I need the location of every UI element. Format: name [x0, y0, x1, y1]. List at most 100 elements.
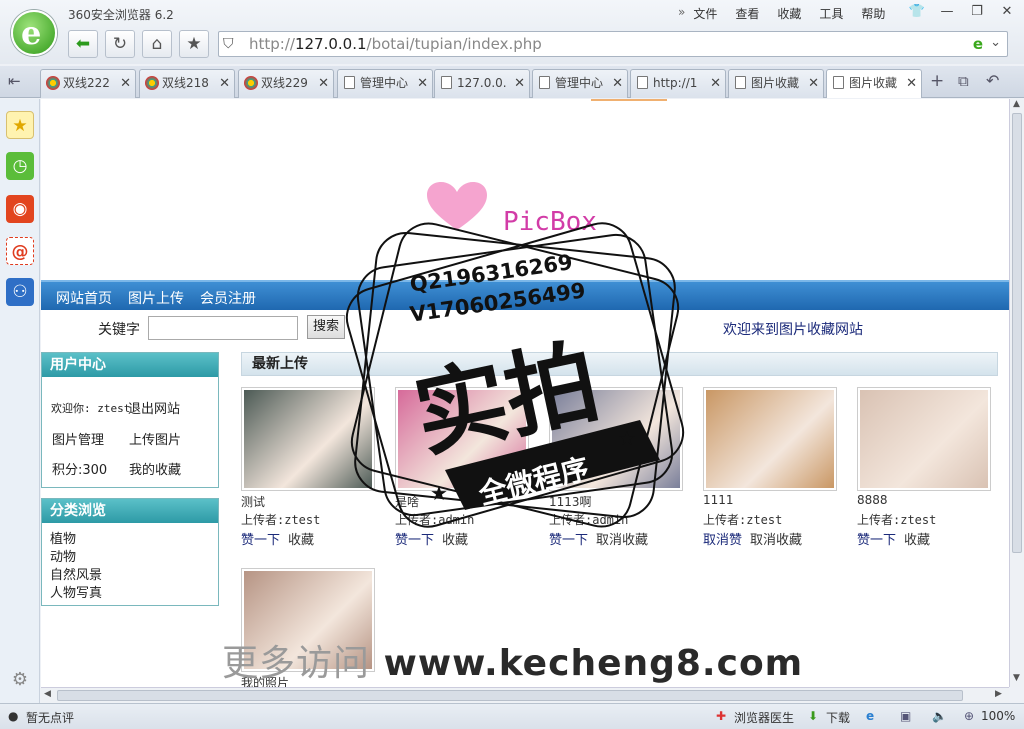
hscroll-thumb[interactable]: [57, 690, 963, 701]
undo-close-icon[interactable]: ↶: [986, 71, 999, 90]
tab-9-active[interactable]: 图片收藏 ✕: [826, 69, 922, 98]
close-tab-icon[interactable]: ✕: [120, 70, 131, 97]
like-link[interactable]: 赞一下: [395, 533, 434, 548]
close-tab-icon[interactable]: ✕: [219, 70, 230, 97]
nav-upload-link[interactable]: 图片上传: [128, 288, 184, 308]
browser-doctor-link[interactable]: 浏览器医生: [734, 709, 794, 726]
mail-icon[interactable]: @: [6, 237, 34, 265]
picture-thumbnail[interactable]: [857, 387, 991, 491]
picture-thumbnail[interactable]: [395, 387, 529, 491]
tab-4[interactable]: 管理中心 ✕: [337, 69, 433, 98]
close-tab-icon[interactable]: ✕: [514, 70, 525, 97]
refresh-button[interactable]: ↻: [105, 30, 135, 58]
url-text[interactable]: http://127.0.0.1/botai/tupian/index.php: [249, 35, 542, 53]
menu-file[interactable]: 文件: [693, 5, 717, 22]
search-label: 关键字: [98, 322, 140, 338]
picture-thumbnail[interactable]: [703, 387, 837, 491]
menu-help[interactable]: 帮助: [861, 5, 885, 22]
tab-6[interactable]: 管理中心 ✕: [532, 69, 628, 98]
chevron-right-icon[interactable]: »: [678, 5, 685, 22]
logout-link[interactable]: 退出网站: [128, 398, 180, 417]
tab-5[interactable]: 127.0.0. ✕: [434, 69, 530, 98]
favorite-link[interactable]: 收藏: [442, 533, 468, 548]
close-tab-icon[interactable]: ✕: [612, 70, 623, 97]
chevron-down-icon[interactable]: ⌄: [990, 35, 1001, 50]
category-scenery[interactable]: 自然风景: [50, 564, 102, 583]
home-button[interactable]: ⌂: [142, 30, 172, 58]
back-button[interactable]: ⬅: [68, 30, 98, 58]
favorite-link[interactable]: 收藏: [904, 533, 930, 548]
settings-gear-icon[interactable]: ⚙: [6, 666, 34, 694]
menu-favorites[interactable]: 收藏: [777, 5, 801, 22]
tab-list-icon[interactable]: ⧉: [958, 72, 969, 90]
nav-home-link[interactable]: 网站首页: [56, 288, 112, 308]
app-icon[interactable]: ⚇: [6, 278, 34, 306]
ie-icon[interactable]: e: [866, 709, 874, 723]
unfavorite-link[interactable]: 取消收藏: [750, 533, 802, 548]
tab-1[interactable]: 双线222 ✕: [40, 69, 136, 98]
new-tab-icon[interactable]: +: [930, 71, 944, 91]
scroll-up-icon[interactable]: ▲: [1013, 99, 1020, 109]
close-tab-icon[interactable]: ✕: [906, 70, 917, 97]
window-icon[interactable]: ▣: [900, 709, 911, 723]
sidebar-toggle-icon[interactable]: ⇤: [8, 72, 21, 90]
skin-icon[interactable]: 👕: [902, 1, 932, 23]
close-tab-icon[interactable]: ✕: [710, 70, 721, 97]
scroll-right-icon[interactable]: ▶: [995, 689, 1002, 699]
nav-register-link[interactable]: 会员注册: [200, 288, 256, 308]
search-input[interactable]: [148, 316, 298, 340]
close-tab-icon[interactable]: ✕: [808, 70, 819, 97]
picture-thumbnail[interactable]: [549, 387, 683, 491]
like-link[interactable]: 赞一下: [549, 533, 588, 548]
manage-pictures-link[interactable]: 图片管理: [52, 429, 104, 448]
page-icon: [833, 76, 844, 89]
category-plants[interactable]: 植物: [50, 528, 76, 547]
close-tab-icon[interactable]: ✕: [318, 70, 329, 97]
picture-card: 8888 上传者:ztest 赞一下 收藏: [857, 387, 1007, 548]
address-bar[interactable]: ⛉ http://127.0.0.1/botai/tupian/index.ph…: [218, 31, 1008, 57]
upload-picture-link[interactable]: 上传图片: [129, 429, 181, 448]
download-link[interactable]: 下载: [826, 709, 850, 726]
my-favorites-link[interactable]: 我的收藏: [129, 459, 181, 478]
ie-mode-icon[interactable]: e: [973, 35, 983, 53]
restore-button[interactable]: ❐: [962, 1, 992, 23]
picture-title: 测试: [241, 495, 266, 509]
tab-2[interactable]: 双线218 ✕: [139, 69, 235, 98]
search-button[interactable]: 搜索: [307, 315, 345, 339]
history-clock-icon[interactable]: ◷: [6, 152, 34, 180]
picture-card: 测试 上传者:ztest 赞一下 收藏: [241, 387, 391, 548]
star-button[interactable]: ★: [179, 30, 209, 58]
favorites-star-icon[interactable]: ★: [6, 111, 34, 139]
menu-tools[interactable]: 工具: [819, 5, 843, 22]
picture-card: 我的照片: [241, 568, 391, 687]
weibo-icon[interactable]: ◉: [6, 195, 34, 223]
favorite-link[interactable]: 收藏: [288, 533, 314, 548]
scroll-down-icon[interactable]: ▼: [1013, 673, 1020, 683]
scroll-thumb[interactable]: [1012, 113, 1022, 553]
tab-7[interactable]: http://1 ✕: [630, 69, 726, 98]
status-bar: ● 暂无点评 ✚ 浏览器医生 ⬇ 下载 e ▣ 🔈 ⊕ 100%: [0, 703, 1024, 729]
status-left-text[interactable]: 暂无点评: [26, 709, 74, 726]
minimize-button[interactable]: —: [932, 1, 962, 23]
favorite-link[interactable]: 取消收藏: [596, 533, 648, 548]
volume-icon[interactable]: 🔈: [932, 709, 947, 723]
like-link[interactable]: 赞一下: [241, 533, 280, 548]
close-tab-icon[interactable]: ✕: [417, 70, 428, 97]
vertical-scrollbar[interactable]: ▲ ▼: [1009, 99, 1024, 687]
close-window-button[interactable]: ✕: [992, 1, 1022, 23]
tab-8[interactable]: 图片收藏 ✕: [728, 69, 824, 98]
picture-thumbnail[interactable]: [241, 568, 375, 672]
menu-view[interactable]: 查看: [735, 5, 759, 22]
tab-3[interactable]: 双线229 ✕: [238, 69, 334, 98]
picture-thumbnail[interactable]: [241, 387, 375, 491]
category-panel: 分类浏览 植物 动物 自然风景 人物写真: [41, 498, 219, 606]
horizontal-scrollbar[interactable]: ◀ ▶: [41, 687, 1009, 703]
zoom-level[interactable]: 100%: [981, 709, 1015, 723]
category-portraits[interactable]: 人物写真: [50, 582, 102, 601]
site-logo-text[interactable]: PicBox: [503, 207, 597, 237]
like-link[interactable]: 赞一下: [857, 533, 896, 548]
category-animals[interactable]: 动物: [50, 546, 76, 565]
scroll-left-icon[interactable]: ◀: [44, 689, 51, 699]
search-row: 关键字 搜索 欢迎来到图片收藏网站: [41, 311, 1009, 351]
unlike-link[interactable]: 取消赞: [703, 533, 742, 548]
